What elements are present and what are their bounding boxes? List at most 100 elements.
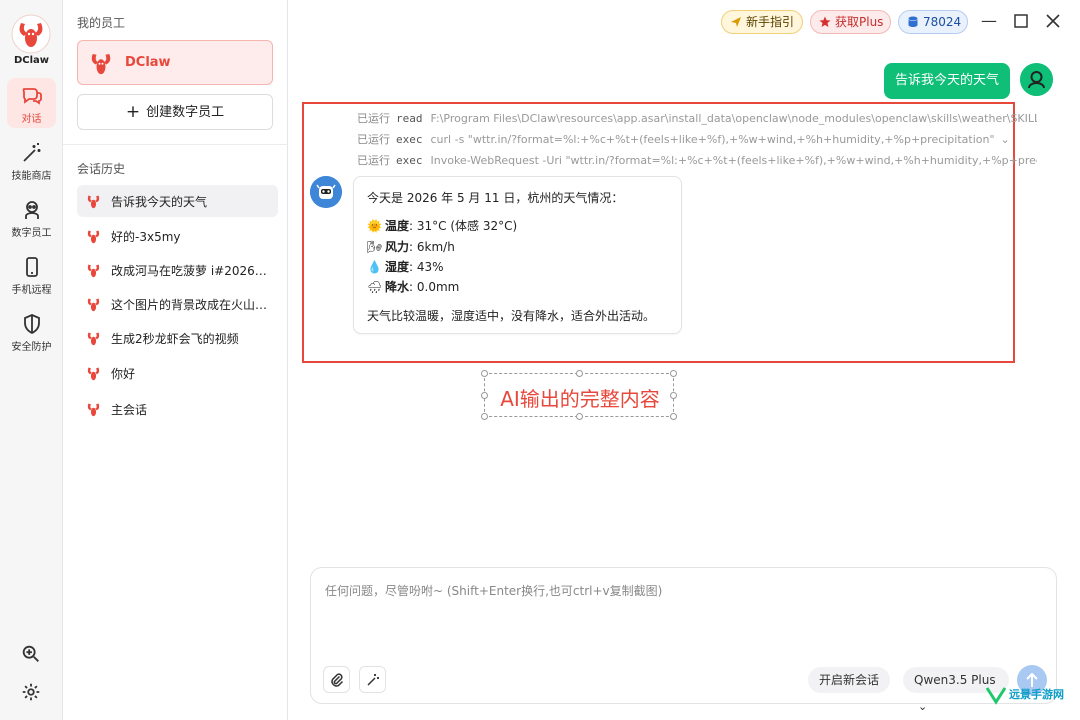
history-item[interactable]: 好的-3x5my (77, 220, 278, 252)
rail-item-label: 手机远程 (11, 285, 52, 296)
weather-label: 湿度 (385, 260, 410, 274)
run-argument: F:\Program Files\DClaw\resources\app.asa… (430, 112, 1038, 125)
rail-item-label: 数字员工 (11, 228, 52, 239)
dclaw-logo-icon (11, 14, 51, 54)
droplet-icon: 💧 (367, 260, 382, 274)
dclaw-logo-icon (87, 332, 100, 346)
send-arrow-icon (731, 17, 741, 27)
rain-cloud-icon: 🌧 (367, 280, 383, 294)
model-value: Qwen3.5 Plus (914, 673, 996, 687)
zoom-search-icon[interactable] (20, 643, 42, 665)
watermark: 远景手游网 (985, 682, 1075, 716)
rail-item-security[interactable]: 安全防护 (7, 306, 56, 356)
database-icon (908, 16, 918, 27)
maximize-icon[interactable] (1011, 11, 1031, 31)
history-item[interactable]: 主会话 (77, 393, 278, 425)
rail-item-phone[interactable]: 手机远程 (7, 249, 56, 299)
weather-row-humidity: 💧 湿度: 43% (367, 258, 444, 275)
attach-button[interactable] (323, 666, 350, 693)
resize-handle[interactable] (670, 413, 677, 420)
run-status: 已运行 (357, 133, 390, 146)
get-plus-button[interactable]: 获取Plus (810, 10, 891, 34)
credits-badge[interactable]: 78024 (898, 10, 968, 34)
resize-handle[interactable] (670, 392, 677, 399)
history-item-text: 你好 (111, 367, 136, 381)
resize-handle[interactable] (576, 370, 583, 377)
dclaw-logo-icon (87, 403, 100, 417)
message-input[interactable] (325, 582, 1040, 642)
weather-value: : 43% (409, 260, 444, 274)
watermark-logo-icon (985, 687, 1007, 705)
answer-intro: 今天是 2026 年 5 月 11 日，杭州的天气情况： (367, 191, 624, 205)
get-plus-label: 获取Plus (835, 15, 884, 29)
history-item[interactable]: 改成河马在吃菠萝 i#20260429-1… (77, 254, 278, 286)
rail-item-employees[interactable]: 数字员工 (7, 192, 56, 242)
tool-run-line[interactable]: 已运行 exec Invoke-WebRequest -Uri "wttr.in/?… (357, 152, 1037, 168)
guide-label: 新手指引 (746, 15, 795, 29)
magic-button[interactable] (359, 666, 386, 693)
resize-handle[interactable] (481, 370, 488, 377)
weather-label: 风力 (385, 240, 410, 254)
weather-value: : 0.0mm (409, 280, 460, 294)
sidebar-divider (63, 144, 288, 145)
gear-icon[interactable] (20, 681, 42, 703)
weather-value: : 6km/h (409, 240, 455, 254)
new-chat-button[interactable]: 开启新会话 (808, 667, 890, 693)
history-item[interactable]: 这个图片的背景改成在火山口上… (77, 288, 278, 320)
history-item[interactable]: 你好 (77, 357, 278, 389)
chevron-down-icon[interactable]: ⌄ (1001, 133, 1010, 146)
run-command: exec (396, 133, 423, 146)
paperclip-icon (330, 673, 343, 687)
history-item[interactable]: 生成2秒龙虾会飞的视频 (77, 322, 278, 354)
user-avatar-icon (1020, 63, 1053, 96)
run-argument: curl -s "wttr.in/?format=%l:+%c+%t+(feel… (430, 133, 995, 146)
history-title: 会话历史 (77, 162, 126, 176)
plus-icon: + (125, 102, 141, 122)
sidebar: 我的员工 DClaw + 创建数字员工 会话历史 告诉我今天的天气 好的-3x5m… (63, 0, 288, 720)
rail-item-skills[interactable]: 技能商店 (7, 135, 56, 185)
run-argument: Invoke-WebRequest -Uri "wttr.in/?format=… (430, 154, 1038, 167)
close-icon[interactable] (1043, 11, 1063, 31)
resize-handle[interactable] (670, 370, 677, 377)
magic-wand-icon (22, 143, 40, 162)
history-item-text: 改成河马在吃菠萝 i#20260429-1… (111, 264, 271, 278)
magic-wand-icon (366, 674, 379, 686)
robot-icon (24, 201, 39, 219)
assistant-answer-card: 今天是 2026 年 5 月 11 日，杭州的天气情况： 🌞 温度: 31°C (… (353, 176, 682, 334)
chevron-down-icon: ⌄ (918, 700, 928, 713)
history-item-text: 告诉我今天的天气 (111, 195, 208, 209)
weather-label: 降水 (385, 280, 410, 294)
history-item[interactable]: 告诉我今天的天气 (77, 185, 278, 217)
phone-icon (25, 257, 38, 277)
star-icon (819, 16, 831, 27)
answer-summary: 天气比较温暖，湿度适中，没有降水，适合外出活动。 (367, 309, 656, 323)
guide-button[interactable]: 新手指引 (721, 10, 803, 34)
app-name: DClaw (13, 55, 50, 66)
annotation-text: AI输出的完整内容 (500, 387, 660, 411)
resize-handle[interactable] (481, 413, 488, 420)
chat-bubbles-icon (22, 88, 42, 105)
rail-item-label: 对话 (21, 114, 42, 125)
rail-item-chat[interactable]: 对话 (7, 78, 56, 128)
employees-title: 我的员工 (77, 16, 126, 30)
sun-icon: 🌞 (367, 219, 382, 233)
tool-run-line[interactable]: 已运行 exec curl -s "wttr.in/?format=%l:+%c+%… (357, 131, 1037, 147)
history-item-text: 这个图片的背景改成在火山口上… (111, 298, 271, 312)
resize-handle[interactable] (576, 413, 583, 420)
resize-handle[interactable] (481, 392, 488, 399)
watermark-text: 远景手游网 (1009, 688, 1064, 701)
dclaw-logo-icon (87, 367, 100, 381)
run-command: exec (396, 154, 423, 167)
minimize-icon[interactable]: — (979, 11, 999, 31)
employee-name: DClaw (125, 55, 171, 70)
history-item-text: 好的-3x5my (111, 230, 181, 244)
tool-run-line[interactable]: 已运行 read F:\Program Files\DClaw\resources\… (357, 110, 1037, 126)
employee-card-dclaw[interactable]: DClaw (77, 40, 273, 85)
bot-avatar-icon (310, 176, 342, 208)
credits-value: 78024 (923, 15, 962, 29)
annotation-label-box[interactable]: AI输出的完整内容 (481, 370, 677, 420)
run-status: 已运行 (357, 154, 390, 167)
create-employee-button[interactable]: + 创建数字员工 (77, 94, 273, 130)
weather-value: : 31°C (体感 32°C) (409, 219, 518, 233)
wind-icon: 🌬 (367, 240, 383, 254)
